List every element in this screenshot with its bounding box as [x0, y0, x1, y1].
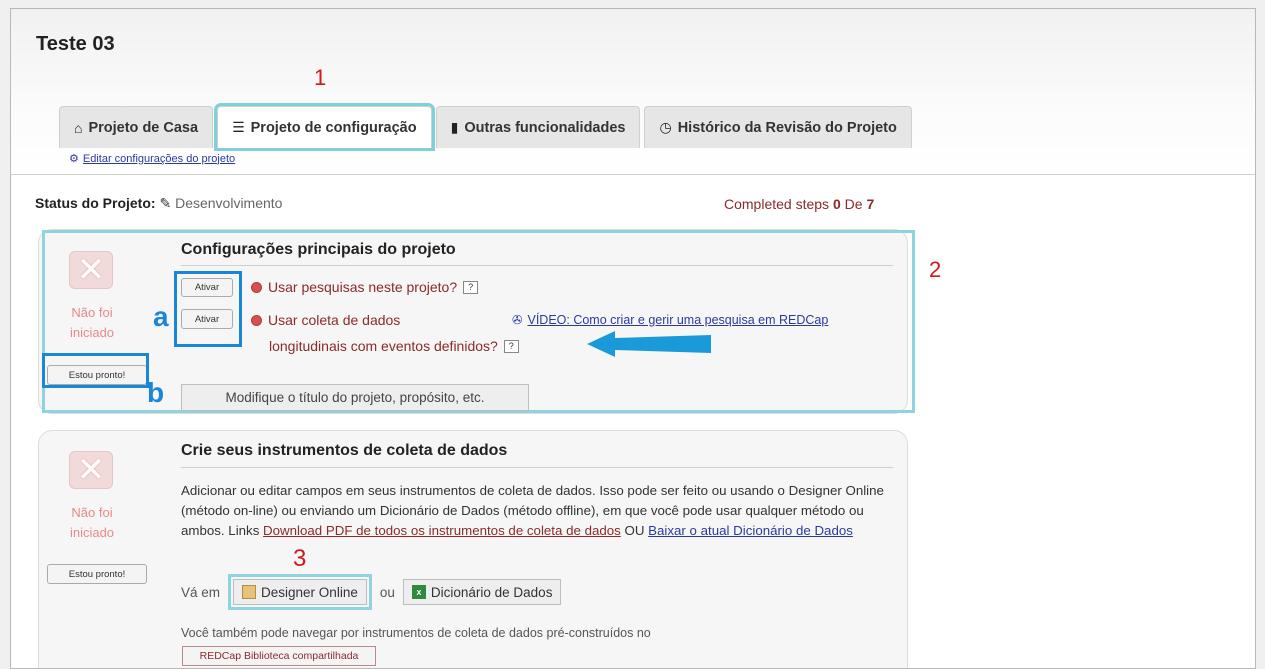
- download-dictionary-link[interactable]: Baixar o atual Dicionário de Dados: [648, 523, 853, 538]
- video-link[interactable]: ✇ VÍDEO: Como criar e gerir uma pesquisa…: [512, 312, 828, 328]
- spreadsheet-icon: x: [411, 585, 426, 599]
- activate-longitudinal-button[interactable]: Ativar: [181, 309, 233, 329]
- header-divider: [11, 174, 1255, 175]
- tab-label: Outras funcionalidades: [464, 119, 626, 136]
- designer-icon: [242, 585, 257, 599]
- tab-project-setup[interactable]: ☰ Projeto de configuração: [214, 103, 435, 151]
- status-dot-icon: [251, 281, 262, 293]
- modify-title-button[interactable]: Modifique o título do projeto, propósito…: [181, 384, 529, 411]
- status-dot-icon: [251, 314, 262, 326]
- highlight-designer: Designer Online: [228, 574, 372, 610]
- section-title: Crie seus instrumentos de coleta de dado…: [181, 442, 508, 459]
- help-icon[interactable]: ?: [503, 339, 519, 353]
- status-not-started: Não foi iniciado: [69, 305, 115, 340]
- data-dictionary-button[interactable]: x Dicionário de Dados: [402, 579, 562, 605]
- steps-sep: De: [844, 196, 863, 212]
- or-label: ou: [379, 584, 395, 600]
- arrow-pointer-icon: [587, 331, 711, 357]
- help-icon[interactable]: ?: [463, 280, 479, 294]
- home-icon: ⌂: [74, 119, 83, 136]
- steps-prefix: Completed steps: [724, 196, 830, 212]
- page-frame: Teste 03 1 ⌂ Projeto de Casa ☰ Projeto d…: [10, 8, 1256, 669]
- list-icon: ☰: [232, 119, 245, 135]
- section-rule: [181, 265, 893, 266]
- question-longitudinal: Usar coleta de dados: [251, 312, 400, 328]
- not-started-icon: ✕: [69, 451, 113, 489]
- highlight-b: [42, 353, 149, 388]
- ready-button[interactable]: Estou pronto!: [47, 564, 147, 584]
- tab-project-home[interactable]: ⌂ Projeto de Casa: [59, 106, 214, 148]
- shared-library-button[interactable]: REDCap Biblioteca compartilhada: [182, 646, 376, 666]
- tab-other-functionality[interactable]: ▮ Outras funcionalidades: [435, 106, 641, 148]
- status-value: Desenvolvimento: [175, 195, 283, 211]
- completed-steps: Completed steps 0 De 7: [724, 196, 874, 212]
- status-not-started: Não foi iniciado: [69, 505, 115, 540]
- header-band: [11, 9, 1255, 174]
- status-label: Status do Projeto:: [35, 195, 156, 211]
- tab-label: Projeto de Casa: [88, 119, 199, 136]
- annotation-a: a: [153, 301, 169, 332]
- gear-icon: ⚙: [69, 153, 79, 165]
- library-text: Você também pode navegar por instrumento…: [181, 626, 651, 640]
- edit-settings-text: Editar configurações do projeto: [82, 152, 236, 165]
- annotation-2: 2: [929, 257, 942, 282]
- steps-done: 0: [832, 196, 841, 212]
- section-rule: [181, 467, 893, 468]
- edit-settings-link[interactable]: ⚙ Editar configurações do projeto: [69, 152, 236, 166]
- question-surveys: Usar pesquisas neste projeto? ?: [251, 279, 479, 295]
- activate-surveys-button[interactable]: Ativar: [181, 278, 233, 297]
- wrench-icon: ✎: [159, 195, 176, 211]
- annotation-1: 1: [314, 65, 327, 90]
- annotation-b: b: [147, 377, 165, 408]
- tab-revision-history[interactable]: ◷ Histórico da Revisão do Projeto: [644, 106, 912, 148]
- tab-label: Histórico da Revisão do Projeto: [677, 119, 897, 136]
- section-title: Configurações principais do projeto: [181, 241, 456, 258]
- go-to-row: Vá em Designer Online ou x Dicionário de…: [181, 574, 562, 610]
- annotation-3: 3: [293, 545, 307, 572]
- history-icon: ◷: [659, 119, 672, 135]
- go-label: Vá em: [181, 584, 221, 600]
- steps-total: 7: [866, 196, 875, 212]
- tab-label: Projeto de configuração: [250, 119, 417, 136]
- book-icon: ▮: [450, 119, 459, 135]
- project-title: Teste 03: [36, 33, 115, 55]
- project-status: Status do Projeto: ✎ Desenvolvimento: [35, 195, 282, 212]
- online-designer-button[interactable]: Designer Online: [233, 579, 367, 605]
- tab-bar: ⌂ Projeto de Casa ☰ Projeto de configura…: [59, 103, 912, 151]
- question-longitudinal-line2: longitudinais com eventos definidos? ?: [269, 338, 519, 354]
- download-pdf-link[interactable]: Download PDF de todos os instrumentos de…: [263, 523, 621, 538]
- not-started-icon: ✕: [69, 251, 113, 289]
- instruments-description: Adicionar ou editar campos em seus instr…: [181, 483, 884, 538]
- film-icon: ✇: [512, 313, 523, 327]
